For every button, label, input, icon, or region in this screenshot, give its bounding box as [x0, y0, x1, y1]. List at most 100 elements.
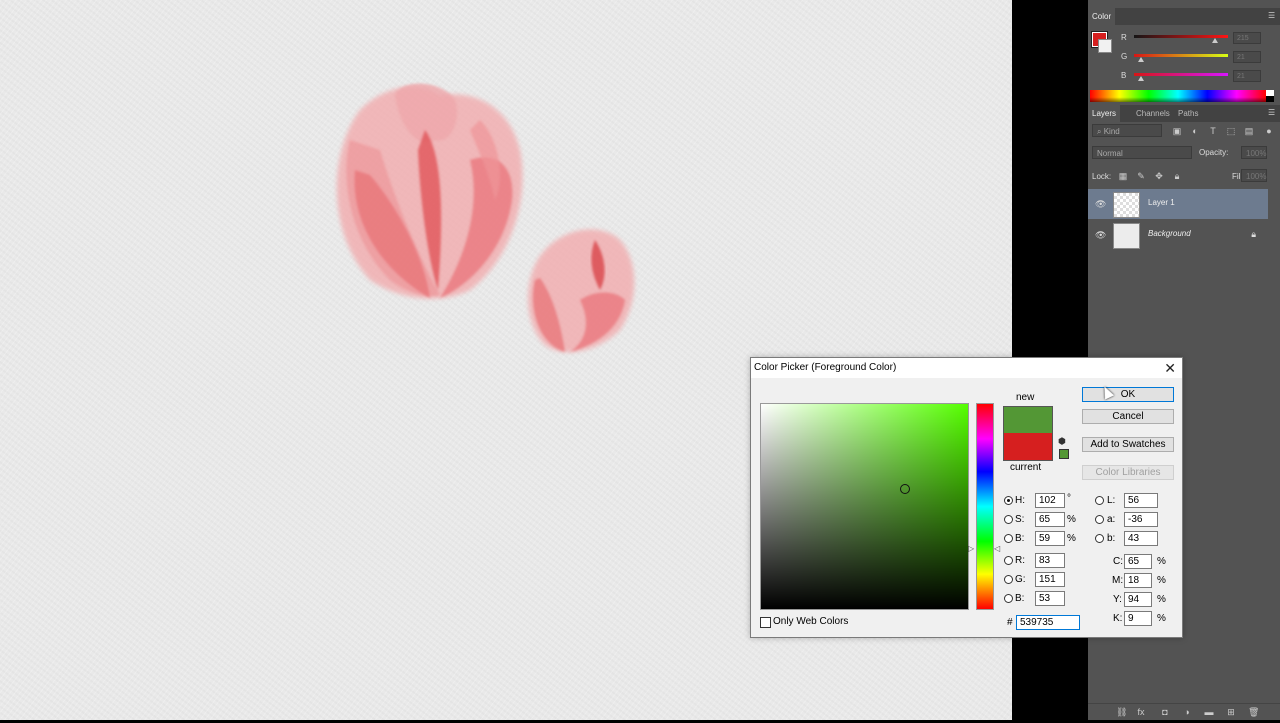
current-color-swatch[interactable] — [1003, 433, 1053, 461]
visibility-eye-icon[interactable]: 👁︎ — [1095, 230, 1106, 240]
input-m[interactable]: 18 — [1124, 573, 1152, 588]
blend-mode-select[interactable]: Normal — [1092, 146, 1192, 159]
layer-row-background[interactable]: 👁︎ Background 🔒︎ — [1088, 220, 1268, 250]
slider-g-thumb[interactable] — [1138, 57, 1144, 62]
cancel-button[interactable]: Cancel — [1082, 409, 1174, 424]
label-a: a: — [1107, 514, 1116, 525]
label-b-brightness: B: — [1015, 533, 1025, 544]
color-field-cursor[interactable] — [900, 484, 910, 494]
color-picker-dialog: Color Picker (Foreground Color) ✕ ▷ ◁ ne… — [750, 357, 1183, 638]
slider-b-thumb[interactable] — [1138, 76, 1144, 81]
ok-button[interactable]: OK — [1082, 387, 1174, 402]
input-a[interactable]: -36 — [1124, 512, 1158, 527]
input-lab-b[interactable]: 43 — [1124, 531, 1158, 546]
lock-position-icon[interactable]: ✥ — [1154, 171, 1164, 181]
radio-b-brightness[interactable] — [1004, 534, 1013, 543]
radio-b-blue[interactable] — [1004, 594, 1013, 603]
input-b-blue[interactable]: 53 — [1035, 591, 1065, 606]
input-s[interactable]: 65 — [1035, 512, 1065, 527]
input-y[interactable]: 94 — [1124, 592, 1152, 607]
filter-toggle-icon[interactable]: ● — [1264, 126, 1274, 136]
lock-transparent-icon[interactable]: ▦ — [1118, 171, 1128, 181]
type-filter-icon[interactable]: T — [1208, 126, 1218, 136]
current-color-label: current — [1010, 462, 1042, 473]
unit-c: % — [1157, 556, 1166, 567]
radio-s[interactable] — [1004, 515, 1013, 524]
radio-h[interactable] — [1004, 496, 1013, 505]
label-h: H: — [1015, 495, 1025, 506]
pixel-filter-icon[interactable]: ▣ — [1172, 126, 1182, 136]
slider-r-value[interactable]: 215 — [1233, 32, 1261, 44]
fill-input[interactable]: 100% — [1241, 169, 1267, 182]
label-l: L: — [1107, 495, 1116, 506]
radio-g[interactable] — [1004, 575, 1013, 584]
slider-b-value[interactable]: 21 — [1233, 70, 1261, 82]
visibility-eye-icon[interactable]: 👁︎ — [1095, 199, 1106, 209]
smart-object-filter-icon[interactable]: ▤ — [1244, 126, 1254, 136]
opacity-input[interactable]: 100% — [1241, 146, 1267, 159]
unit-k: % — [1157, 613, 1166, 624]
only-web-colors-checkbox[interactable] — [760, 617, 771, 628]
unit-b-brightness: % — [1067, 533, 1076, 544]
hue-slider[interactable] — [976, 403, 994, 610]
close-icon[interactable]: ✕ — [1164, 360, 1176, 376]
adjustment-filter-icon[interactable]: ◐ — [1190, 126, 1200, 136]
layer-name[interactable]: Background — [1148, 229, 1191, 238]
adjustment-layer-icon[interactable]: ◑ — [1182, 707, 1192, 717]
tab-channels[interactable]: Channels — [1132, 105, 1174, 122]
slider-g-value[interactable]: 21 — [1233, 51, 1261, 63]
layer-row-layer-1[interactable]: 👁︎ Layer 1 — [1088, 189, 1268, 219]
search-icon: ⌕ — [1097, 127, 1102, 136]
input-b-brightness[interactable]: 59 — [1035, 531, 1065, 546]
add-to-swatches-button[interactable]: Add to Swatches — [1082, 437, 1174, 452]
hue-slider-right-arrow[interactable]: ◁ — [994, 544, 1000, 553]
input-c[interactable]: 65 — [1124, 554, 1152, 569]
web-safe-cube-icon[interactable]: ⬢ — [1058, 436, 1068, 446]
hue-slider-left-arrow[interactable]: ▷ — [968, 544, 974, 553]
lock-image-icon[interactable]: ✎ — [1136, 171, 1146, 181]
unit-s: % — [1067, 514, 1076, 525]
black-white-ramp[interactable] — [1266, 90, 1274, 102]
link-layers-icon[interactable]: ⛓ — [1116, 707, 1127, 717]
web-safe-color-swatch[interactable] — [1059, 449, 1069, 459]
fx-icon[interactable]: fx — [1136, 707, 1146, 717]
unit-m: % — [1157, 575, 1166, 586]
input-k[interactable]: 9 — [1124, 611, 1152, 626]
shape-filter-icon[interactable]: ⬚ — [1226, 126, 1236, 136]
unit-y: % — [1157, 594, 1166, 605]
new-color-label: new — [1016, 392, 1035, 403]
layer-lock-icon: 🔒︎ — [1251, 229, 1256, 239]
add-mask-icon[interactable]: ◘ — [1160, 707, 1170, 717]
slider-b[interactable] — [1134, 73, 1228, 76]
radio-l[interactable] — [1095, 496, 1104, 505]
input-r[interactable]: 83 — [1035, 553, 1065, 568]
input-g[interactable]: 151 — [1035, 572, 1065, 587]
background-color-swatch[interactable] — [1098, 39, 1112, 53]
tab-paths[interactable]: Paths — [1174, 105, 1202, 122]
new-group-icon[interactable]: ▬ — [1204, 707, 1214, 717]
slider-r-thumb[interactable] — [1212, 38, 1218, 43]
dialog-titlebar[interactable]: Color Picker (Foreground Color) ✕ — [751, 358, 1182, 378]
tab-color[interactable]: Color — [1088, 8, 1116, 25]
layer-name[interactable]: Layer 1 — [1148, 198, 1175, 207]
only-web-colors-label[interactable]: Only Web Colors — [773, 616, 848, 627]
input-l[interactable]: 56 — [1124, 493, 1158, 508]
radio-a[interactable] — [1095, 515, 1104, 524]
color-libraries-button[interactable]: Color Libraries — [1082, 465, 1174, 480]
input-h[interactable]: 102 — [1035, 493, 1065, 508]
hex-color-input[interactable]: 539735 — [1016, 615, 1080, 630]
panel-menu-icon[interactable]: ☰ — [1268, 109, 1276, 117]
tab-layers[interactable]: Layers — [1088, 105, 1121, 122]
color-spectrum-ramp[interactable] — [1090, 90, 1266, 102]
lock-label: Lock: — [1092, 172, 1112, 181]
radio-r[interactable] — [1004, 556, 1013, 565]
slider-g[interactable] — [1134, 54, 1228, 57]
label-m: M: — [1112, 575, 1124, 586]
delete-layer-icon[interactable]: 🗑︎ — [1248, 707, 1259, 717]
radio-lab-b[interactable] — [1095, 534, 1104, 543]
lock-all-icon[interactable]: 🔒︎ — [1172, 171, 1182, 181]
new-layer-icon[interactable]: ⊞ — [1226, 707, 1236, 717]
panel-menu-icon[interactable]: ☰ — [1268, 12, 1276, 20]
saturation-brightness-field[interactable] — [760, 403, 969, 610]
layer-filter-kind[interactable]: ⌕ Kind — [1092, 124, 1162, 137]
